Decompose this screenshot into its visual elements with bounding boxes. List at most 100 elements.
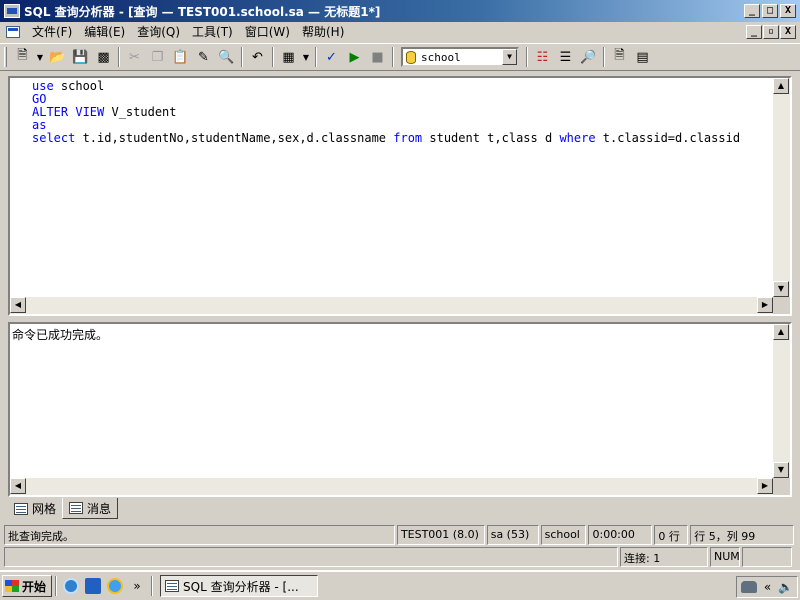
current-connection-properties-icon[interactable]: 🗎 xyxy=(608,46,631,68)
title-bar[interactable]: SQL 查询分析器 - [查询 — TEST001.school.sa — 无标… xyxy=(0,0,800,22)
document-icon[interactable] xyxy=(6,26,20,38)
system-tray: « 🔈 xyxy=(736,576,798,598)
quicklaunch-ie-icon[interactable] xyxy=(104,575,126,597)
mdi-minimize-button[interactable]: _ xyxy=(746,25,762,39)
app-icon[interactable] xyxy=(4,4,20,18)
undo-icon[interactable]: ↶ xyxy=(246,46,269,68)
scroll-down-icon[interactable]: ▼ xyxy=(773,462,789,478)
cancel-query-icon[interactable]: ■ xyxy=(366,46,389,68)
save-icon[interactable]: 💾 xyxy=(69,46,92,68)
copy-icon[interactable]: ❐ xyxy=(146,46,169,68)
messages-icon xyxy=(69,502,84,514)
toolbar-separator xyxy=(272,47,274,67)
code-line: use school xyxy=(32,79,105,93)
parse-query-icon[interactable]: ✓ xyxy=(320,46,343,68)
toolbar-grip[interactable] xyxy=(4,47,7,67)
mdi-close-button[interactable]: X xyxy=(780,25,796,39)
open-icon[interactable]: 📂 xyxy=(46,46,69,68)
cut-icon[interactable]: ✂ xyxy=(123,46,146,68)
taskbar-separator xyxy=(151,576,153,596)
database-icon xyxy=(406,50,416,64)
taskbar-task-query-analyzer[interactable]: SQL 查询分析器 - [... xyxy=(160,575,318,597)
toolbar-separator xyxy=(526,47,528,67)
scroll-down-icon[interactable]: ▼ xyxy=(773,281,789,297)
query-status-bar: 批查询完成。 TEST001 (8.0) sa (53) school 0:00… xyxy=(4,525,796,545)
new-query-icon[interactable]: 🗎 xyxy=(11,46,34,68)
code-line: ALTER VIEW V_student xyxy=(32,105,177,119)
minimize-button[interactable]: _ xyxy=(744,4,760,18)
menu-query[interactable]: 查询(Q) xyxy=(131,23,186,41)
status-rows: 0 行 xyxy=(654,525,689,545)
toolbar-separator xyxy=(241,47,243,67)
scroll-right-icon[interactable]: ▶ xyxy=(757,297,773,313)
object-browser-icon[interactable]: ☰ xyxy=(554,46,577,68)
status-num: NUM xyxy=(710,547,740,567)
editor-horizontal-scrollbar[interactable]: ◀ ▶ xyxy=(10,297,773,314)
scroll-up-icon[interactable]: ▲ xyxy=(773,78,789,94)
menu-edit[interactable]: 编辑(E) xyxy=(78,23,131,41)
query-text[interactable]: use school GO ALTER VIEW V_student as select… xyxy=(32,80,740,145)
grid-icon xyxy=(14,502,28,515)
toolbar-separator xyxy=(315,47,317,67)
results-grid-icon[interactable]: ▦ xyxy=(277,46,300,68)
scroll-up-icon[interactable]: ▲ xyxy=(773,324,789,340)
scroll-corner xyxy=(773,297,790,314)
mdi-restore-button[interactable]: ▫ xyxy=(763,25,779,39)
maximize-button[interactable]: □ xyxy=(762,4,778,18)
menu-tools[interactable]: 工具(T) xyxy=(186,23,239,41)
status-blank xyxy=(4,547,618,567)
display-plan-icon[interactable]: ☷ xyxy=(531,46,554,68)
quicklaunch-more-icon[interactable]: » xyxy=(126,575,148,597)
tab-grid[interactable]: 网格 xyxy=(8,498,62,519)
quicklaunch-explorer-icon[interactable] xyxy=(60,575,82,597)
paste-icon[interactable]: 📋 xyxy=(169,46,192,68)
status-position: 行 5，列 99 xyxy=(690,525,794,545)
results-tabs: 网格 消息 xyxy=(8,498,792,520)
status-server: TEST001 (8.0) xyxy=(396,525,485,545)
taskbar: 开始 » SQL 查询分析器 - [... « 🔈 xyxy=(0,570,800,600)
status-user: sa (53) xyxy=(486,525,539,545)
database-select-value: school xyxy=(421,50,461,64)
results-dropdown-icon[interactable]: ▼ xyxy=(300,46,312,68)
status-blank xyxy=(742,547,792,567)
results-horizontal-scrollbar[interactable]: ◀ ▶ xyxy=(10,478,773,495)
menu-window[interactable]: 窗口(W) xyxy=(239,23,296,41)
query-analyzer-window: SQL 查询分析器 - [查询 — TEST001.school.sa — 无标… xyxy=(0,0,800,570)
tab-messages[interactable]: 消息 xyxy=(62,498,119,519)
execute-query-icon[interactable]: ▶ xyxy=(343,46,366,68)
clear-window-icon[interactable]: ✎ xyxy=(192,46,215,68)
code-line: select t.id,studentNo,studentName,sex,d.… xyxy=(32,131,741,145)
toolbar: 🗎 ▼ 📂 💾 ▩ ✂ ❐ 📋 ✎ 🔍 ↶ ▦ ▼ ✓ ▶ ■ school ▼… xyxy=(0,43,800,71)
menu-bar: 文件(F) 编辑(E) 查询(Q) 工具(T) 窗口(W) 帮助(H) xyxy=(0,22,800,42)
start-button[interactable]: 开始 xyxy=(2,575,52,597)
tray-expand-icon[interactable]: « xyxy=(764,580,771,594)
scroll-right-icon[interactable]: ▶ xyxy=(757,478,773,494)
results-vertical-scrollbar[interactable]: ▲ ▼ xyxy=(773,324,790,478)
scroll-corner xyxy=(773,478,790,495)
show-results-pane-icon[interactable]: ▤ xyxy=(631,46,654,68)
quicklaunch-outlook-icon[interactable] xyxy=(82,575,104,597)
object-search-icon[interactable]: 🔎 xyxy=(577,46,600,68)
toolbar-separator xyxy=(118,47,120,67)
result-message: 命令已成功完成。 xyxy=(12,328,109,342)
query-editor[interactable]: use school GO ALTER VIEW V_student as select… xyxy=(8,76,792,316)
new-dropdown-icon[interactable]: ▼ xyxy=(34,46,46,68)
editor-vertical-scrollbar[interactable]: ▲ ▼ xyxy=(773,78,790,297)
find-icon[interactable]: 🔍 xyxy=(215,46,238,68)
messages-pane[interactable]: 命令已成功完成。 ▲ ▼ ◀ ▶ xyxy=(8,322,792,497)
close-button[interactable]: X xyxy=(780,4,796,18)
window-title: SQL 查询分析器 - [查询 — TEST001.school.sa — 无标… xyxy=(24,4,381,19)
menu-help[interactable]: 帮助(H) xyxy=(296,23,350,41)
start-label: 开始 xyxy=(22,579,47,594)
chevron-down-icon[interactable]: ▼ xyxy=(502,49,517,65)
menu-file[interactable]: 文件(F) xyxy=(26,23,78,41)
volume-icon[interactable]: 🔈 xyxy=(778,580,793,594)
status-message: 批查询完成。 xyxy=(4,525,395,545)
database-select[interactable]: school ▼ xyxy=(401,47,519,67)
scroll-left-icon[interactable]: ◀ xyxy=(10,297,26,313)
insert-template-icon[interactable]: ▩ xyxy=(92,46,115,68)
app-icon xyxy=(165,580,179,592)
task-label: SQL 查询分析器 - [... xyxy=(183,579,299,594)
sql-service-icon[interactable] xyxy=(740,581,757,593)
scroll-left-icon[interactable]: ◀ xyxy=(10,478,26,494)
